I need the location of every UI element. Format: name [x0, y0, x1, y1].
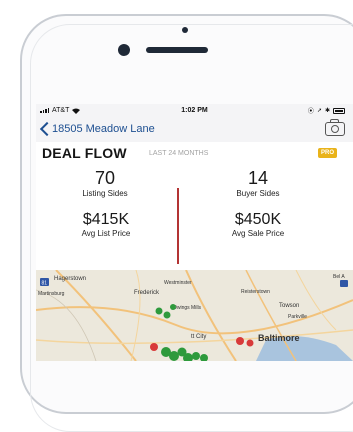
deal-flow-header: DEAL FLOW LAST 24 MONTHS PRO	[36, 142, 353, 166]
city-westminster: Westminster	[164, 280, 192, 286]
bluetooth-icon: ✱	[324, 108, 330, 114]
deal-map[interactable]: Hagerstown Westminster Martinsburg Frede…	[36, 270, 353, 361]
listing-sides-label: Listing Sides	[82, 189, 128, 198]
city-hagerstown: Hagerstown	[54, 276, 86, 282]
avg-list-price-stat: $415K Avg List Price	[56, 211, 156, 238]
city-towson: Towson	[279, 303, 299, 309]
back-button[interactable]: 18505 Meadow Lane	[52, 123, 155, 135]
map-pin-green[interactable]	[155, 307, 163, 315]
phone-screen: AT&T 1:02 PM ⦿ ➚ ✱ 18505 Meadow Lane DEA…	[36, 104, 353, 361]
map-pin-red[interactable]	[236, 337, 244, 345]
location-icon: ⦿	[307, 109, 314, 115]
listing-sides-stat: 70 Listing Sides	[60, 168, 150, 198]
city-frederick: Frederick	[134, 290, 160, 296]
camera-icon[interactable]	[325, 119, 345, 136]
avg-sale-price-stat: $450K Avg Sale Price	[208, 211, 308, 238]
city-parkville: Parkville	[288, 314, 307, 320]
avg-sale-price-value: $450K	[234, 211, 282, 228]
location-arrow-icon: ➚	[316, 108, 322, 114]
avg-list-price-value: $415K	[82, 211, 130, 228]
proximity-sensor	[118, 44, 130, 56]
stats-divider	[177, 188, 179, 264]
navigation-bar: 18505 Meadow Lane	[36, 118, 353, 143]
clock: 1:02 PM	[181, 107, 208, 114]
section-title: DEAL FLOW	[42, 145, 127, 161]
map-pin-green[interactable]	[169, 351, 179, 361]
map-pin-green[interactable]	[192, 352, 200, 360]
city-baltimore: Baltimore	[258, 333, 300, 343]
buyer-sides-stat: 14 Buyer Sides	[208, 168, 308, 198]
route-number: 81	[42, 281, 48, 287]
map-pin-red[interactable]	[150, 343, 158, 351]
map-pin-red[interactable]	[246, 339, 254, 347]
map-pin-green[interactable]	[163, 311, 171, 319]
period-label: LAST 24 MONTHS	[149, 150, 209, 157]
stats-panel: 70 Listing Sides 14 Buyer Sides $415K Av…	[36, 164, 353, 270]
interstate-shield-icon	[340, 280, 348, 287]
battery-icon	[333, 107, 345, 114]
avg-sale-price-label: Avg Sale Price	[231, 229, 285, 238]
front-camera	[182, 27, 188, 33]
buyer-sides-label: Buyer Sides	[236, 189, 280, 198]
listing-sides-value: 70	[94, 168, 116, 188]
city-reisterstown: Reisterstown	[241, 289, 270, 295]
city-martinsburg: Martinsburg	[38, 291, 65, 297]
map-pin-green[interactable]	[170, 304, 176, 310]
buyer-sides-value: 14	[247, 168, 269, 188]
city-ellicott: tt City	[191, 334, 206, 340]
earpiece-speaker	[146, 47, 208, 53]
city-owings-mills: Owings Mills	[173, 305, 202, 311]
avg-list-price-label: Avg List Price	[81, 229, 131, 238]
pro-badge: PRO	[317, 148, 337, 158]
status-bar: AT&T 1:02 PM ⦿ ➚ ✱	[36, 104, 353, 118]
city-bel-air: Bel A	[333, 274, 345, 280]
